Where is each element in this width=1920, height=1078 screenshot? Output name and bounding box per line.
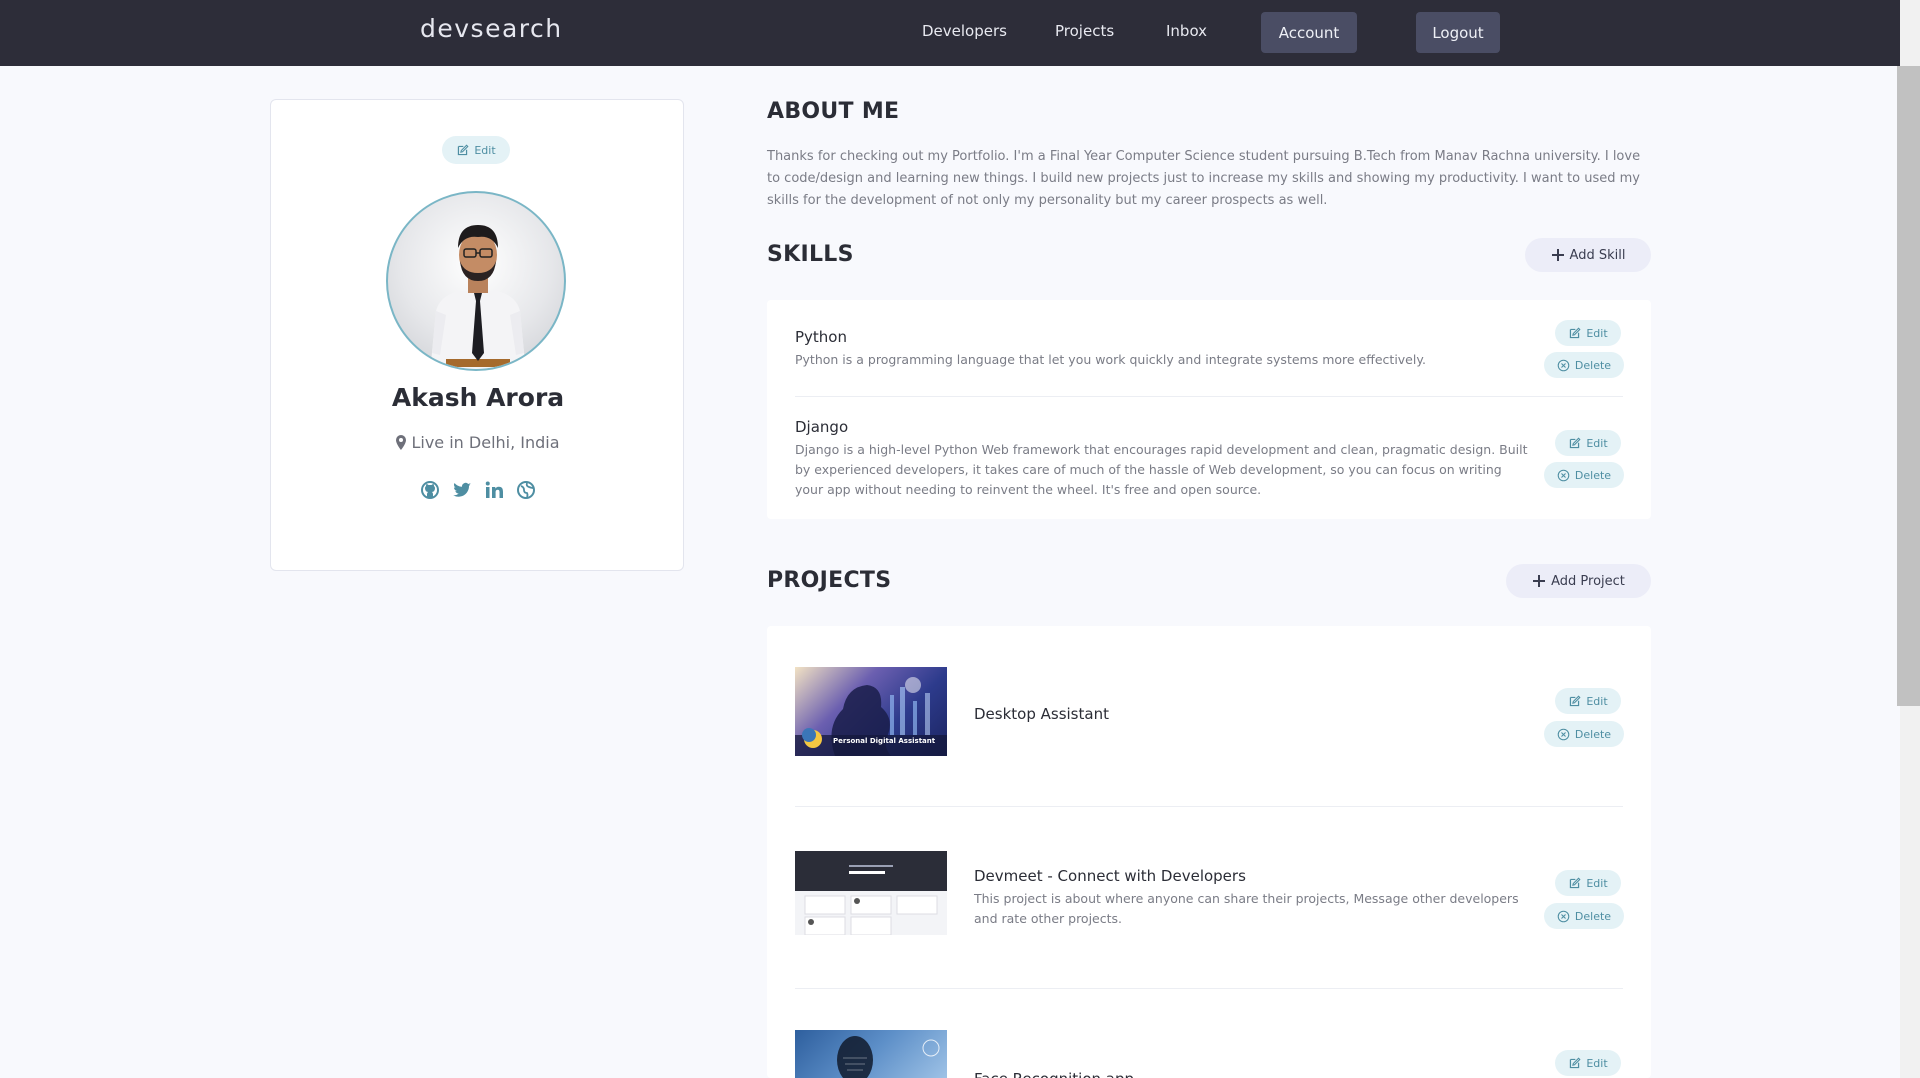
about-text: Thanks for checking out my Portfolio. I'… <box>767 149 1641 208</box>
project-edit-button[interactable]: Edit <box>1555 688 1621 714</box>
github-icon[interactable] <box>420 480 440 500</box>
thumbnail-caption: Personal Digital Assistant <box>833 737 936 745</box>
edit-icon <box>458 143 469 155</box>
divider <box>795 396 1623 397</box>
about-title: ABOUT ME <box>767 99 900 124</box>
logo[interactable]: devsearch <box>420 14 563 43</box>
nav-developers[interactable]: Developers <box>922 22 1007 40</box>
nav-inbox[interactable]: Inbox <box>1166 22 1207 40</box>
project-thumbnail[interactable]: Personal Digital Assistant <box>795 667 947 756</box>
edit-label: Edit <box>1586 326 1608 340</box>
delete-label: Delete <box>1574 358 1612 372</box>
edit-label: Edit <box>1586 436 1608 450</box>
edit-icon <box>1570 436 1581 448</box>
skill-description: Django is a high-level Python Web framew… <box>795 442 1528 497</box>
divider <box>795 988 1623 989</box>
edit-label: Edit <box>474 143 496 157</box>
delete-label: Delete <box>1574 727 1612 741</box>
projects-title: PROJECTS <box>767 568 892 593</box>
edit-icon <box>1570 1056 1581 1068</box>
project-name[interactable]: Face Recognition app <box>974 1070 1134 1078</box>
close-circle-icon <box>1557 728 1570 740</box>
nav-projects[interactable]: Projects <box>1055 22 1114 40</box>
delete-label: Delete <box>1574 468 1612 482</box>
edit-icon <box>1570 876 1581 888</box>
top-navbar: devsearch Developers Projects Inbox Acco… <box>0 0 1900 66</box>
close-circle-icon <box>1557 469 1570 481</box>
project-thumbnail-art <box>795 851 947 935</box>
plus-icon <box>1551 249 1564 261</box>
skills-panel: Python Python is a programming language … <box>767 300 1651 519</box>
skill-name: Django <box>795 418 849 436</box>
skills-title: SKILLS <box>767 242 854 267</box>
add-skill-button[interactable]: Add Skill <box>1525 238 1651 272</box>
skill-delete-button[interactable]: Delete <box>1544 462 1624 488</box>
project-name[interactable]: Desktop Assistant <box>974 705 1109 723</box>
edit-label: Edit <box>1586 694 1608 708</box>
plus-icon <box>1533 575 1546 587</box>
profile-name: Akash Arora <box>391 383 565 412</box>
project-thumbnail-art: Personal Digital Assistant <box>795 677 947 756</box>
social-links <box>271 480 685 500</box>
logout-button[interactable]: Logout <box>1416 12 1500 53</box>
skill-delete-button[interactable]: Delete <box>1544 352 1624 378</box>
close-circle-icon <box>1557 910 1570 922</box>
edit-icon <box>1570 694 1581 706</box>
project-thumbnail-art <box>837 1036 940 1078</box>
map-pin-icon <box>396 435 407 450</box>
profile-card: Edit Akash Arora Live in Delhi, India <box>270 99 684 571</box>
scrollbar-thumb[interactable] <box>1897 66 1920 706</box>
delete-label: Delete <box>1574 909 1612 923</box>
divider <box>795 806 1623 807</box>
profile-edit-button[interactable]: Edit <box>442 136 510 164</box>
close-circle-icon <box>1557 359 1570 371</box>
project-edit-button[interactable]: Edit <box>1555 870 1621 896</box>
skill-edit-button[interactable]: Edit <box>1555 320 1621 346</box>
twitter-icon[interactable] <box>452 480 472 500</box>
edit-label: Edit <box>1586 1056 1608 1070</box>
edit-icon <box>1570 326 1581 338</box>
project-thumbnail[interactable] <box>795 851 947 935</box>
website-icon[interactable] <box>516 480 536 500</box>
project-name[interactable]: Devmeet - Connect with Developers <box>974 867 1246 885</box>
add-skill-label: Add Skill <box>1569 247 1626 263</box>
linkedin-icon[interactable] <box>484 480 504 500</box>
skill-description: Python is a programming language that le… <box>795 352 1426 367</box>
avatar-portrait <box>430 225 526 369</box>
edit-label: Edit <box>1586 876 1608 890</box>
add-project-button[interactable]: Add Project <box>1506 564 1651 598</box>
location-text: Live in Delhi, India <box>411 433 560 452</box>
avatar <box>386 191 566 371</box>
project-delete-button[interactable]: Delete <box>1544 903 1624 929</box>
project-thumbnail[interactable] <box>795 1030 947 1078</box>
projects-panel: Personal Digital Assistant Desktop Assis… <box>767 626 1651 1078</box>
skill-name: Python <box>795 328 847 346</box>
project-edit-button[interactable]: Edit <box>1555 1050 1621 1076</box>
project-description: This project is about where anyone can s… <box>974 891 1519 926</box>
profile-location: Live in Delhi, India <box>271 433 685 452</box>
account-button[interactable]: Account <box>1261 12 1357 53</box>
skill-edit-button[interactable]: Edit <box>1555 430 1621 456</box>
project-delete-button[interactable]: Delete <box>1544 721 1624 747</box>
add-project-label: Add Project <box>1551 573 1625 589</box>
